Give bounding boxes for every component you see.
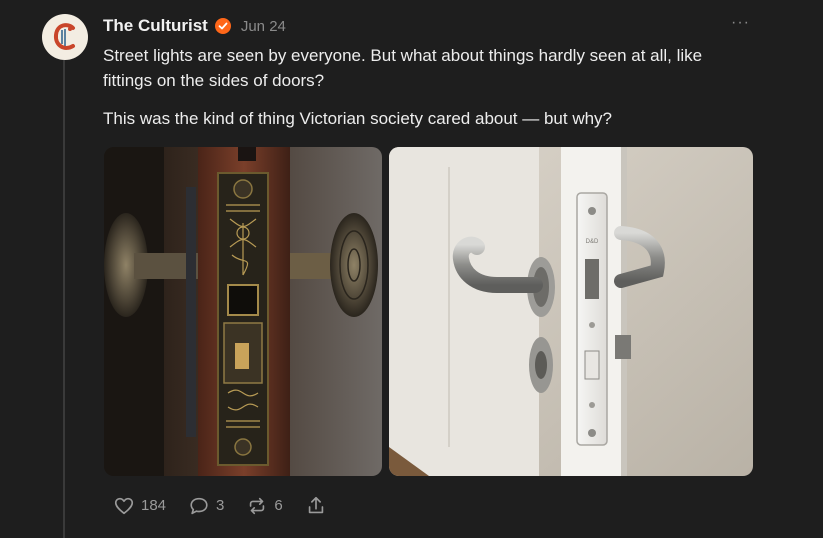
- post-text-paragraph-2: This was the kind of thing Victorian soc…: [103, 109, 613, 128]
- post-image-modern-lock[interactable]: D&D: [389, 147, 753, 476]
- post-text-paragraph-1: Street lights are seen by everyone. But …: [103, 46, 703, 90]
- like-count: 184: [141, 497, 167, 514]
- heart-icon: [114, 497, 134, 515]
- restack-button[interactable]: 6: [246, 495, 283, 517]
- post-header: The Culturist Jun 24: [103, 14, 286, 38]
- post-date[interactable]: Jun 24: [241, 18, 286, 35]
- victorian-lock-photo: [104, 147, 382, 476]
- restack-count: 6: [274, 497, 283, 514]
- share-icon: [308, 496, 323, 514]
- restack-icon: [250, 497, 265, 515]
- modern-lock-photo: D&D: [389, 147, 753, 476]
- avatar[interactable]: [42, 14, 88, 60]
- comment-button[interactable]: 3: [188, 495, 224, 517]
- post-image-victorian-lock[interactable]: [104, 147, 382, 476]
- thread-line: [63, 60, 65, 538]
- post-actions: 184 3 6: [113, 495, 355, 517]
- svg-text:D&D: D&D: [586, 239, 599, 245]
- like-button[interactable]: 184: [113, 495, 166, 517]
- more-options-icon[interactable]: ···: [731, 14, 750, 32]
- comment-bubble-icon: [190, 497, 208, 515]
- author-name[interactable]: The Culturist: [103, 16, 208, 36]
- verified-badge-icon: [214, 18, 231, 34]
- culturist-logo-icon: [53, 23, 75, 50]
- share-button[interactable]: [305, 495, 333, 517]
- comment-count: 3: [216, 497, 225, 514]
